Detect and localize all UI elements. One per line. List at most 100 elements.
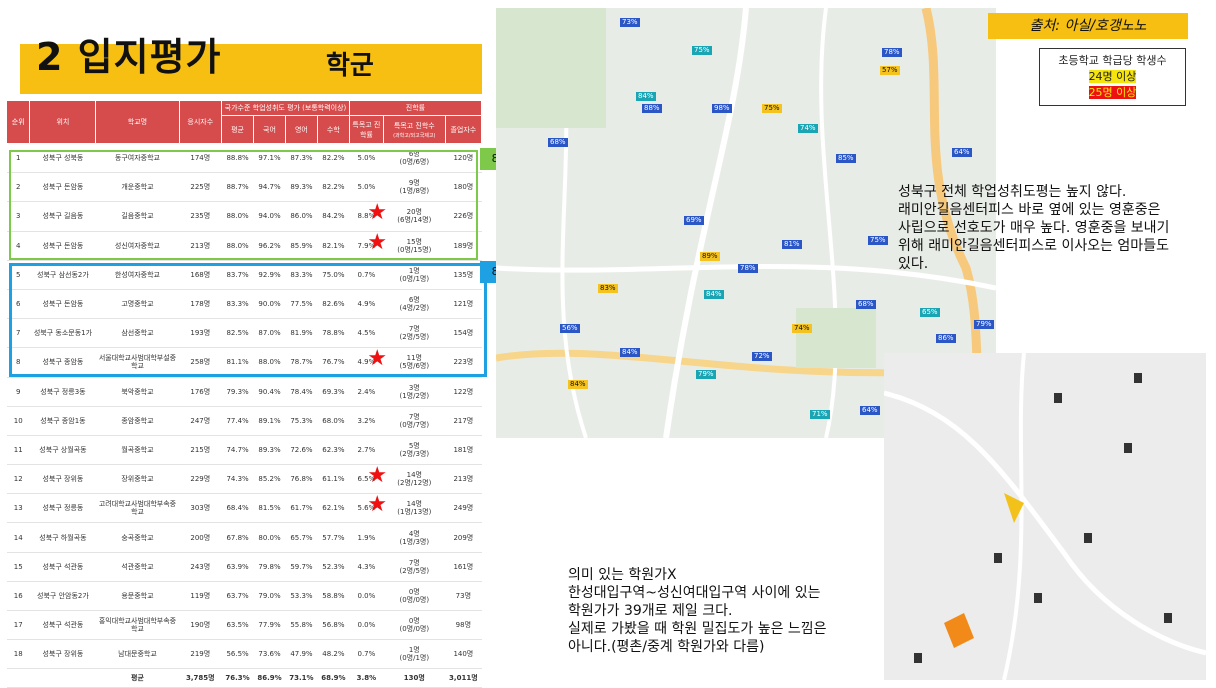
map-marker[interactable]: 64% (952, 148, 972, 157)
map-marker[interactable]: 98% (712, 104, 732, 113)
table-cell-kr: 80.0% (253, 522, 286, 553)
average-cell: 3,011명 (445, 668, 482, 688)
map-marker[interactable]: 85% (836, 154, 856, 163)
map-marker[interactable]: 56% (560, 324, 580, 333)
legend-yellow: 24명 이상 (1088, 70, 1137, 83)
table-cell-rank: 17 (6, 610, 30, 641)
average-cell (29, 668, 96, 688)
average-cell (6, 668, 30, 688)
map-marker[interactable]: 75% (762, 104, 782, 113)
map-marker[interactable]: 73% (620, 18, 640, 27)
table-cell-school: 용문중학교 (95, 581, 179, 612)
table-cell-en: 72.6% (285, 435, 318, 466)
table-cell-kr: 85.2% (253, 464, 286, 495)
table-cell-school: 북악중학교 (95, 377, 179, 407)
map-marker[interactable]: 89% (700, 252, 720, 261)
map-marker[interactable]: 72% (752, 352, 772, 361)
table-cell-count: 5명 (2명/3명) (383, 435, 446, 466)
map-marker[interactable]: 83% (598, 284, 618, 293)
map-marker[interactable]: 79% (974, 320, 994, 329)
legend-red: 25명 이상 (1088, 86, 1137, 99)
table-cell-ma: 68.0% (317, 406, 350, 436)
map-marker[interactable]: 74% (798, 124, 818, 133)
table-cell-en: 65.7% (285, 522, 318, 553)
table-cell-takers: 229명 (179, 464, 222, 495)
table-cell-rate: 1.9% (349, 522, 384, 553)
average-row: 평균 3,785명 76.3% 86.9% 73.1% 68.9% 3.8% 130명 3,01… (6, 668, 482, 688)
header-math: 수학 (316, 115, 350, 144)
map-marker[interactable]: 88% (642, 104, 662, 113)
academy-map-shapes (884, 353, 1206, 680)
map-marker[interactable]: 68% (548, 138, 568, 147)
page-title: 2 입지평가 (36, 35, 222, 79)
table-cell-takers: 119명 (179, 581, 222, 612)
table-cell-en: 75.3% (285, 406, 318, 436)
table-cell-en: 78.4% (285, 377, 318, 407)
average-cell: 68.9% (317, 668, 350, 688)
table-cell-loc: 성북구 하월곡동 (29, 522, 96, 553)
table-cell-kr: 89.1% (253, 406, 286, 436)
header-rank: 순위 (5, 100, 31, 144)
map-marker[interactable]: 64% (860, 406, 880, 415)
map-marker[interactable]: 71% (810, 410, 830, 419)
table-cell-loc: 성북구 정릉3동 (29, 377, 96, 407)
map-marker[interactable]: 75% (692, 46, 712, 55)
table-cell-count: 4명 (1명/3명) (383, 522, 446, 553)
map-marker[interactable]: 69% (684, 216, 704, 225)
note-top: 성북구 전체 학업성취도평는 높지 않다. 래미안길음센터피스 바로 옆에 있는 … (898, 184, 1170, 272)
table-cell-count: 0명 (0명/0명) (383, 610, 446, 641)
header-location: 위치 (29, 100, 97, 144)
table-cell-loc: 성북구 상월곡동 (29, 435, 96, 466)
highlight-box-85 (9, 150, 478, 260)
table-cell-loc: 성북구 안암동2가 (29, 581, 96, 612)
map-marker[interactable]: 78% (882, 48, 902, 57)
table-row: 15 성북구 석관동 석관중학교 243명 63.9% 79.8% 59.7% 52.3% 4.… (6, 552, 482, 582)
map-marker[interactable]: 84% (620, 348, 640, 357)
table-cell-avg: 74.3% (221, 464, 254, 495)
table-cell-rate: 4.3% (349, 552, 384, 582)
table-cell-grads: 140명 (445, 639, 482, 670)
table-cell-school: 숭곡중학교 (95, 522, 179, 553)
map-marker[interactable]: 81% (782, 240, 802, 249)
highlight-box-80 (9, 263, 487, 377)
star-icon: ★ (367, 492, 388, 518)
average-cell: 86.9% (253, 668, 286, 688)
map-marker[interactable]: 84% (636, 92, 656, 101)
map-marker[interactable]: 74% (792, 324, 812, 333)
header-korean: 국어 (253, 115, 286, 144)
map-marker[interactable]: 57% (880, 66, 900, 75)
map-marker[interactable]: 79% (696, 370, 716, 379)
map-marker[interactable]: 78% (738, 264, 758, 273)
table-cell-rank: 18 (6, 639, 30, 670)
table-cell-en: 61.7% (285, 493, 318, 524)
table-row: 14 성북구 하월곡동 숭곡중학교 200명 67.8% 80.0% 65.7% 57.7% 1… (6, 522, 482, 553)
table-cell-ma: 56.8% (317, 610, 350, 641)
table-cell-avg: 56.5% (221, 639, 254, 670)
average-cell: 130명 (383, 668, 446, 688)
table-cell-takers: 219명 (179, 639, 222, 670)
map-marker[interactable]: 84% (704, 290, 724, 299)
table-row: 18 성북구 장위동 남대문중학교 219명 56.5% 73.6% 47.9% 48.2% 0… (6, 639, 482, 670)
table-row: 13 성북구 정릉동 고려대학교사범대학부속중학교 303명 68.4% 81.5% 61.… (6, 492, 482, 524)
table-cell-rate: 2.7% (349, 435, 384, 466)
table-cell-rate: 0.0% (349, 610, 384, 641)
table-cell-rank: 13 (6, 493, 30, 524)
table-cell-takers: 176명 (179, 377, 222, 407)
map-marker[interactable]: 65% (920, 308, 940, 317)
legend-title: 초등학교 학급당 학생수 (1058, 54, 1167, 67)
map-marker[interactable]: 86% (936, 334, 956, 343)
table-cell-school: 종암중학교 (95, 406, 179, 436)
legend-box: 초등학교 학급당 학생수 24명 이상 25명 이상 (1039, 48, 1186, 106)
table-cell-grads: 181명 (445, 435, 482, 466)
map-marker[interactable]: 75% (868, 236, 888, 245)
table-cell-rank: 16 (6, 581, 30, 612)
table-cell-ma: 69.3% (317, 377, 350, 407)
table-cell-grads: 98명 (445, 610, 482, 641)
table-cell-rate: 3.2% (349, 406, 384, 436)
table-cell-takers: 247명 (179, 406, 222, 436)
map-marker[interactable]: 84% (568, 380, 588, 389)
map-marker[interactable]: 68% (856, 300, 876, 309)
average-cell: 3.8% (349, 668, 384, 688)
table-cell-grads: 217명 (445, 406, 482, 436)
table-cell-avg: 63.7% (221, 581, 254, 612)
